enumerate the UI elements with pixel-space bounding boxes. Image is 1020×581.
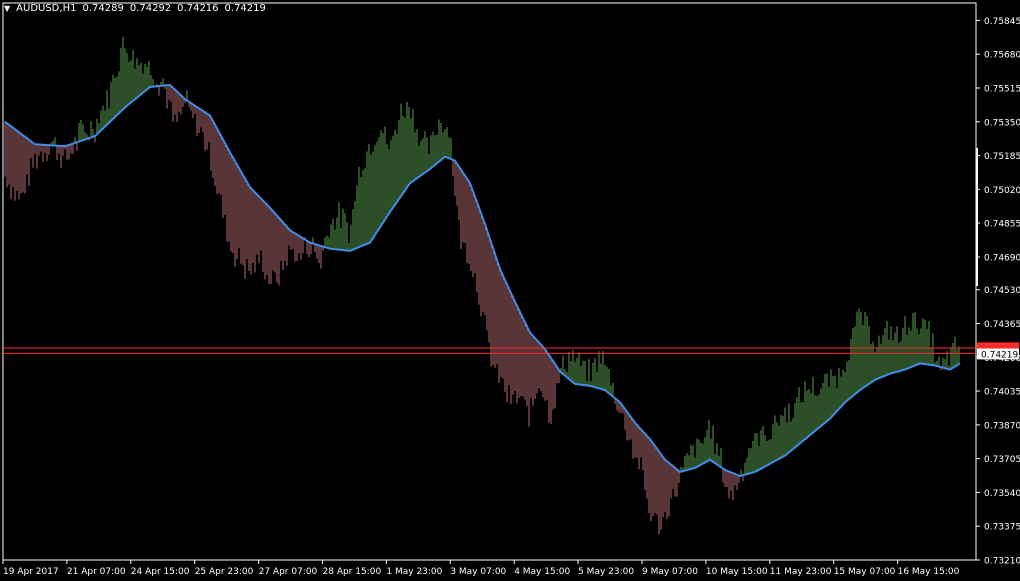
time-tick-label: 21 Apr 07:00	[67, 567, 126, 577]
plot-area[interactable]	[2, 2, 977, 561]
price-tick-label: 0.73705	[984, 455, 1020, 465]
price-tick-label: 0.75680	[984, 51, 1020, 61]
time-tick-label: 25 Apr 23:00	[195, 567, 254, 577]
time-tick-label: 16 May 15:00	[898, 567, 960, 577]
time-tick-label: 1 May 23:00	[386, 567, 442, 577]
price-tick-label: 0.75515	[984, 84, 1020, 94]
ask-price-tag	[977, 342, 1019, 349]
price-chart[interactable]: 0.75845 0.75680 0.75515 0.75350 0.75185 0.750…	[0, 0, 1020, 581]
price-tick-label: 0.73210	[984, 557, 1020, 567]
time-tick-label: 10 May 15:00	[706, 567, 768, 577]
time-tick-label: 9 May 07:00	[642, 567, 698, 577]
time-tick-label: 28 Apr 15:00	[323, 567, 382, 577]
time-tick-label: 4 May 15:00	[514, 567, 570, 577]
price-tick-label: 0.75350	[984, 118, 1020, 128]
time-tick-label: 27 Apr 07:00	[259, 567, 318, 577]
price-tick-label: 0.74530	[984, 286, 1020, 296]
price-tick-label: 0.75185	[984, 152, 1020, 162]
price-tick-label: 0.73540	[984, 489, 1020, 499]
price-tick-label: 0.75020	[984, 186, 1020, 196]
time-tick-label: 3 May 07:00	[450, 567, 506, 577]
axis-scroll-indicator[interactable]	[976, 148, 978, 286]
price-tick-label: 0.73375	[984, 523, 1020, 533]
price-tick-label: 0.74365	[984, 320, 1020, 330]
time-tick-label: 15 May 07:00	[834, 567, 896, 577]
price-tick-label: 0.74855	[984, 220, 1020, 230]
price-tick-label: 0.73870	[984, 421, 1020, 431]
current-price-label: 0.74219	[981, 350, 1018, 360]
time-axis[interactable]: 19 Apr 2017 21 Apr 07:00 24 Apr 15:00 25 Ap…	[2, 560, 960, 577]
price-tick-label: 0.74035	[984, 388, 1020, 398]
price-tick-label: 0.74690	[984, 253, 1020, 263]
price-axis[interactable]: 0.75845 0.75680 0.75515 0.75350 0.75185 0.750…	[976, 17, 1020, 567]
time-tick-label: 11 May 23:00	[770, 567, 832, 577]
time-tick-label: 19 Apr 2017	[3, 567, 59, 577]
time-tick-label: 24 Apr 15:00	[131, 567, 190, 577]
time-tick-label: 5 May 23:00	[578, 567, 634, 577]
price-tick-label: 0.75845	[984, 17, 1020, 27]
